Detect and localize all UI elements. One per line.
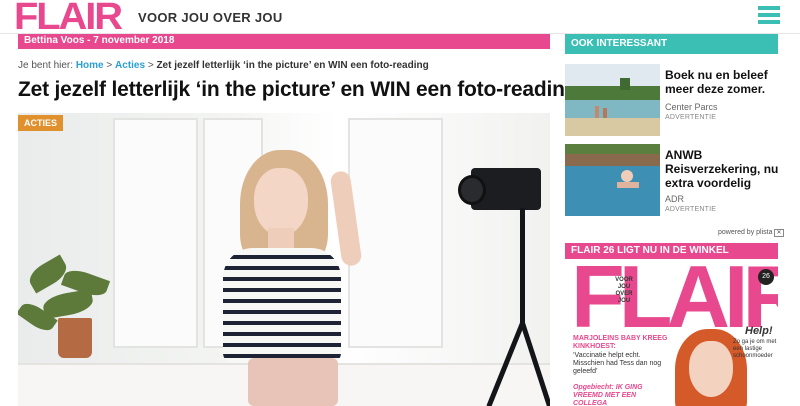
- adchoices-icon[interactable]: ✕: [774, 229, 784, 237]
- article-title: Zet jezelf letterlijk ‘in the picture’ e…: [18, 78, 578, 101]
- flair-logo[interactable]: FLAIR: [14, 0, 123, 36]
- cover-body: ‘Vaccinatie helpt echt. Misschien had Te…: [573, 352, 662, 375]
- ad-title[interactable]: Boek nu en beleef meer deze zomer.: [665, 68, 780, 96]
- article-hero-image: ACTIES: [18, 113, 550, 406]
- breadcrumb: Je bent hier: Home > Acties > Zet jezelf…: [18, 60, 429, 71]
- striped-shirt: [223, 248, 341, 363]
- sponsored-item[interactable]: ANWB Reisverzekering, nu extra voordelig…: [565, 144, 778, 216]
- breadcrumb-home-link[interactable]: Home: [76, 60, 104, 71]
- breadcrumb-separator: >: [147, 60, 154, 71]
- ad-label: ADVERTENTIE: [665, 206, 717, 213]
- magazine-cover[interactable]: FLAIR VOOR JOU OVER JOU 26 MARJOLEINS BA…: [565, 259, 778, 406]
- pink-pants: [248, 358, 338, 406]
- ad-thumbnail[interactable]: [565, 144, 660, 216]
- category-tag[interactable]: ACTIES: [18, 115, 64, 131]
- cover-issue-badge: 26: [758, 269, 774, 285]
- plant-pot: [58, 318, 92, 358]
- tripod-pole: [520, 208, 525, 328]
- site-tagline: VOOR JOU OVER JOU: [138, 10, 283, 25]
- ad-title[interactable]: ANWB Reisverzekering, nu extra voordelig: [665, 148, 780, 190]
- window-frame: [348, 118, 443, 348]
- cover-model-face: [689, 341, 733, 397]
- ad-thumbnail[interactable]: [565, 64, 660, 136]
- author-date: Bettina Voos - 7 november 2018: [24, 35, 175, 46]
- ad-source: ADR: [665, 194, 685, 204]
- cover-headline: MARJOLEINS BABY KREEG KINKHOEST:: [573, 335, 668, 350]
- menu-line: [758, 20, 780, 24]
- breadcrumb-prefix: Je bent hier:: [18, 60, 74, 71]
- sidebar-heading: OOK INTERESSANT: [571, 38, 668, 49]
- hamburger-icon[interactable]: [758, 6, 780, 26]
- lake-photo-icon: [565, 64, 660, 136]
- ad-label: ADVERTENTIE: [665, 114, 717, 121]
- window-frame: [113, 118, 198, 348]
- menu-line: [758, 13, 780, 17]
- powered-by-text: powered by plista: [718, 229, 773, 236]
- menu-line: [758, 6, 780, 10]
- cover-confession: Opgebiecht: IK GING VREEMD MET EEN COLLE…: [573, 384, 643, 406]
- plista-credit[interactable]: powered by plista ✕: [718, 229, 784, 237]
- camera-lens: [458, 175, 486, 205]
- cover-tagline: VOOR JOU OVER JOU: [615, 277, 633, 304]
- sponsored-item[interactable]: Boek nu en beleef meer deze zomer. Cente…: [565, 64, 778, 136]
- woman-face: [254, 168, 308, 236]
- cover-help-sub: Zo ga je om met een lastige schoonmoeder: [733, 339, 777, 359]
- breadcrumb-separator: >: [106, 60, 113, 71]
- pool-photo-icon: [565, 144, 660, 216]
- cover-help: Help!: [745, 325, 773, 337]
- site-header: FLAIR VOOR JOU OVER JOU: [0, 0, 800, 36]
- breadcrumb-current: Zet jezelf letterlijk ‘in the picture’ e…: [156, 60, 429, 71]
- promo-heading-bar: FLAIR 26 LIGT NU IN DE WINKEL: [565, 243, 778, 259]
- promo-heading: FLAIR 26 LIGT NU IN DE WINKEL: [571, 245, 729, 256]
- sidebar-heading-bar: OOK INTERESSANT: [565, 34, 778, 54]
- author-date-bar: Bettina Voos - 7 november 2018: [18, 34, 550, 49]
- breadcrumb-acties-link[interactable]: Acties: [115, 60, 145, 71]
- ad-source: Center Parcs: [665, 102, 718, 112]
